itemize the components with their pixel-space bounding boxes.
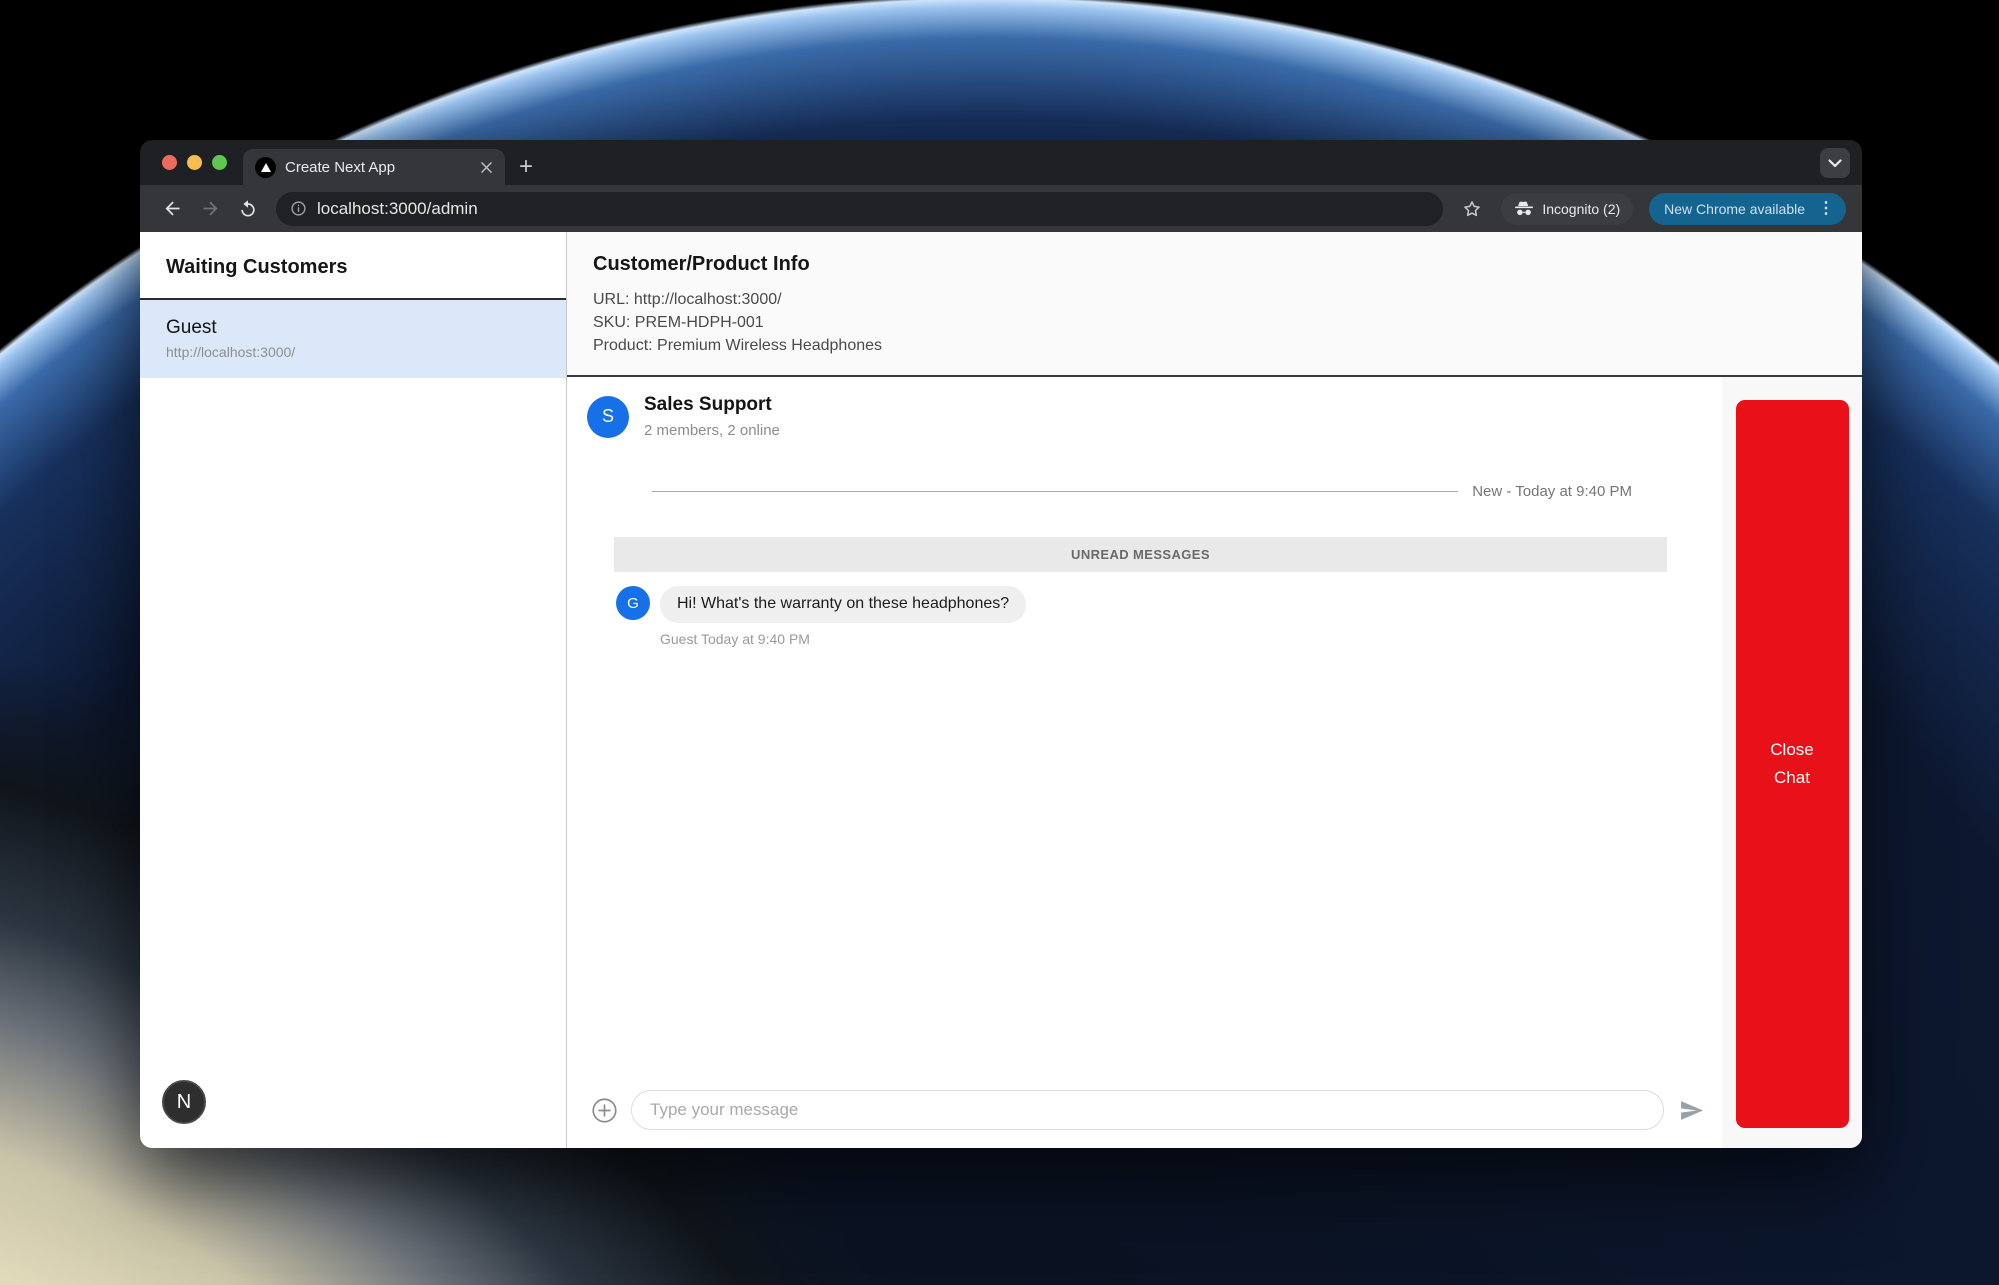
unread-messages-label: UNREAD MESSAGES [1071, 547, 1210, 562]
customer-url: http://localhost:3000/ [166, 344, 540, 360]
message-input[interactable] [631, 1090, 1664, 1130]
info-panel-title: Customer/Product Info [593, 253, 1834, 276]
divider-line [652, 491, 1458, 492]
chevron-down-icon[interactable] [1820, 148, 1850, 178]
info-url-line: URL: http://localhost:3000/ [593, 288, 1834, 311]
incognito-badge: Incognito (2) [1501, 193, 1633, 225]
admin-page: Waiting Customers Guest http://localhost… [140, 232, 1862, 1148]
channel-members-status: 2 members, 2 online [644, 422, 780, 439]
close-window-button[interactable] [162, 155, 177, 170]
message-bubble: Hi! What's the warranty on these headpho… [660, 586, 1026, 623]
guest-avatar-letter: G [627, 595, 639, 612]
main-panel: Customer/Product Info URL: http://localh… [567, 232, 1862, 1148]
browser-window: Create Next App + localhos [140, 140, 1862, 1148]
customer-name: Guest [166, 317, 540, 339]
unread-messages-bar: UNREAD MESSAGES [614, 537, 1667, 572]
tab-title: Create Next App [285, 159, 468, 176]
site-info-icon[interactable] [290, 200, 307, 217]
tab-create-next-app[interactable]: Create Next App [243, 149, 505, 185]
incognito-label: Incognito (2) [1542, 201, 1620, 217]
close-chat-column: Close Chat [1722, 377, 1862, 1148]
close-chat-button[interactable]: Close Chat [1736, 400, 1849, 1128]
send-icon[interactable] [1677, 1098, 1706, 1123]
url-text: localhost:3000/admin [317, 199, 478, 219]
customer-item-guest[interactable]: Guest http://localhost:3000/ [140, 300, 566, 378]
bookmark-star-icon[interactable] [1457, 194, 1487, 224]
channel-avatar: S [587, 396, 629, 438]
customer-product-info-panel: Customer/Product Info URL: http://localh… [567, 232, 1862, 377]
chat-header: S Sales Support 2 members, 2 online [567, 377, 1722, 439]
new-messages-date-divider: New - Today at 9:40 PM [652, 483, 1632, 500]
minimize-window-button[interactable] [187, 155, 202, 170]
browser-menu-icon[interactable]: ⋮ [1815, 201, 1837, 217]
maximize-window-button[interactable] [212, 155, 227, 170]
new-tab-button[interactable]: + [519, 155, 533, 179]
address-bar[interactable]: localhost:3000/admin [276, 192, 1443, 226]
guest-avatar: G [616, 586, 650, 620]
sidebar-title: Waiting Customers [140, 232, 566, 298]
reload-button[interactable] [232, 193, 264, 225]
message-row: G Hi! What's the warranty on these headp… [616, 586, 1722, 623]
message-meta: Guest Today at 9:40 PM [660, 631, 1722, 647]
tab-strip: Create Next App + [140, 140, 1862, 185]
nextjs-favicon-icon [255, 157, 276, 178]
traffic-lights [140, 140, 243, 185]
chat-column: S Sales Support 2 members, 2 online New … [567, 377, 1722, 1148]
chat-section: S Sales Support 2 members, 2 online New … [567, 377, 1862, 1148]
forward-button[interactable] [194, 193, 226, 225]
browser-toolbar: localhost:3000/admin Incognito (2) New C… [140, 185, 1862, 232]
tab-close-icon[interactable] [477, 158, 495, 176]
chrome-update-button[interactable]: New Chrome available ⋮ [1649, 193, 1846, 225]
nextjs-badge-letter: N [177, 1091, 191, 1114]
close-chat-label: Close Chat [1760, 736, 1824, 792]
divider-text: New - Today at 9:40 PM [1472, 483, 1632, 500]
channel-info: Sales Support 2 members, 2 online [644, 394, 780, 439]
incognito-icon [1514, 200, 1534, 217]
desktop-wallpaper: Create Next App + localhos [0, 0, 1999, 1285]
nextjs-devtools-badge[interactable]: N [162, 1080, 206, 1124]
back-button[interactable] [156, 193, 188, 225]
waiting-customers-sidebar: Waiting Customers Guest http://localhost… [140, 232, 567, 1148]
chrome-update-label: New Chrome available [1664, 201, 1805, 217]
channel-avatar-letter: S [602, 406, 614, 427]
attach-plus-icon[interactable] [591, 1097, 618, 1124]
info-sku-line: SKU: PREM-HDPH-001 [593, 311, 1834, 334]
channel-name: Sales Support [644, 394, 780, 416]
info-product-line: Product: Premium Wireless Headphones [593, 334, 1834, 357]
message-composer [567, 1090, 1722, 1148]
